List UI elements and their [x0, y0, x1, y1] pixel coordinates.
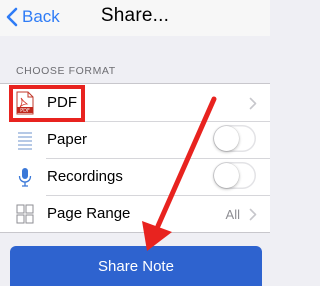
share-screen: Back Share... CHOOSE FORMAT PDF PDF Pape…	[0, 0, 270, 286]
annotation-arrow	[142, 96, 217, 251]
